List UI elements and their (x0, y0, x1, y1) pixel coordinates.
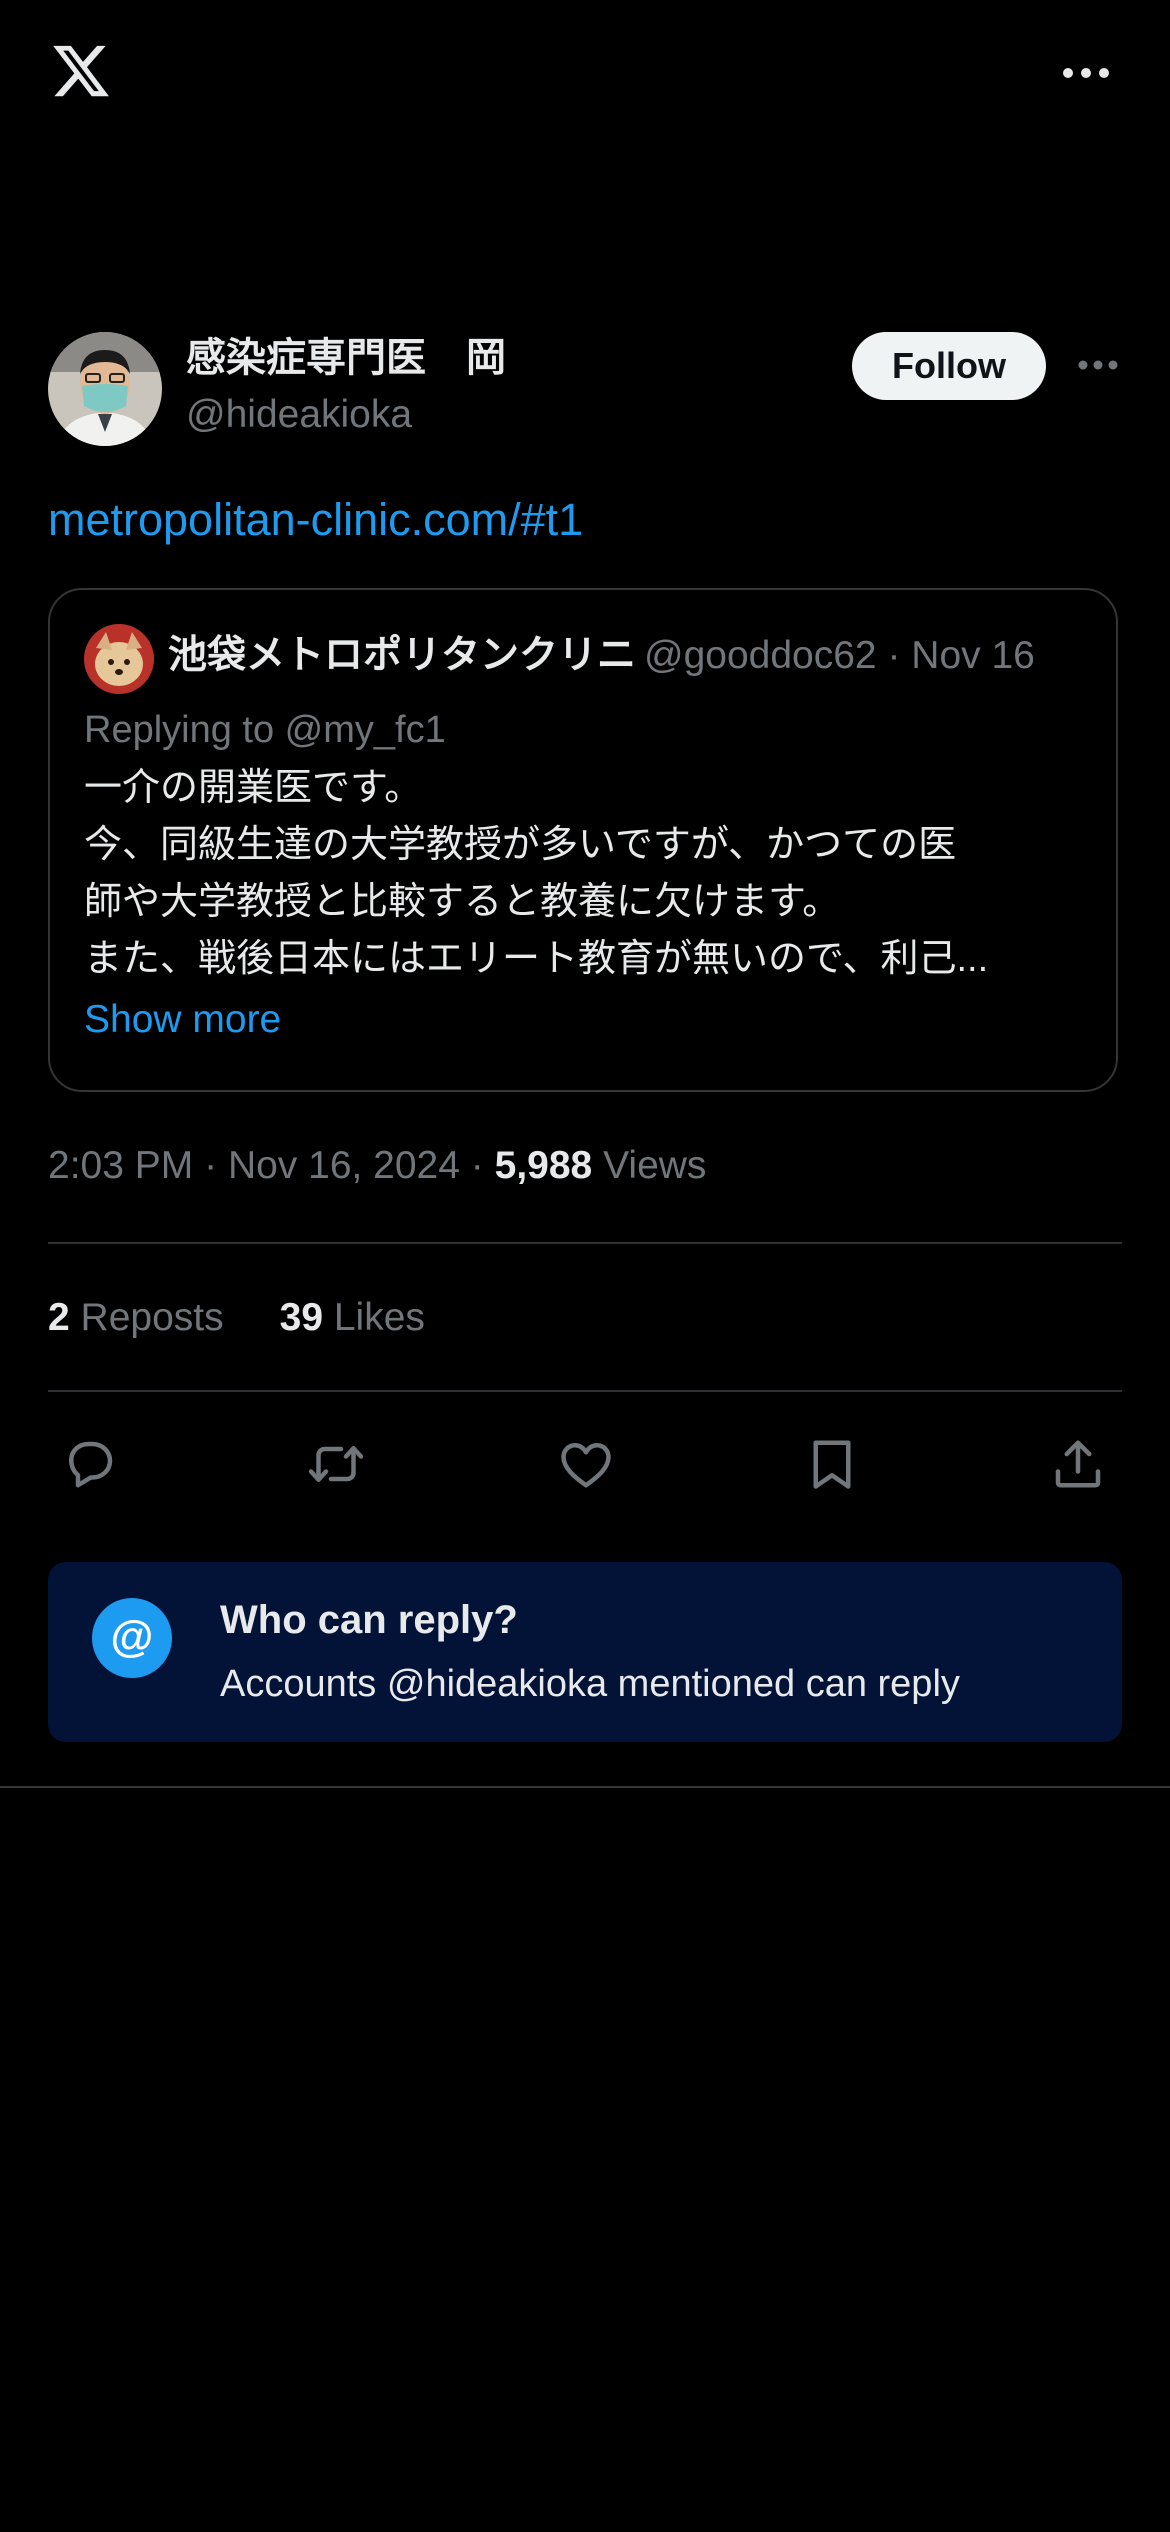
quote-tweet-card[interactable]: 池袋メトロポリタンクリニ @gooddoc62 · Nov 16 Replying… (48, 588, 1118, 1092)
author-handle[interactable]: @hideakioka (186, 390, 412, 440)
quote-avatar-image (84, 624, 154, 694)
x-logo-icon[interactable] (48, 40, 114, 102)
divider (0, 1786, 1170, 1788)
repost-icon[interactable] (306, 1434, 366, 1494)
at-sign-icon: @ (92, 1598, 172, 1678)
meta-separator: · (470, 1144, 484, 1187)
quote-text-line: 師や大学教授と比較すると教養に欠けます。 (84, 881, 841, 923)
views-label: Views (603, 1144, 707, 1187)
reposts-count: 2 (48, 1296, 70, 1339)
quote-handle-date: @gooddoc62 · Nov 16 (644, 634, 1035, 677)
who-can-reply-description: Accounts @hideakioka mentioned can reply (220, 1663, 960, 1705)
likes-label: Likes (333, 1296, 425, 1339)
follow-button[interactable]: Follow (852, 332, 1046, 400)
likes-count: 39 (279, 1296, 324, 1339)
tweet-time[interactable]: 2:03 PM (48, 1144, 193, 1187)
more-horizontal-icon[interactable] (1078, 358, 1118, 372)
more-horizontal-icon[interactable] (1062, 64, 1110, 82)
quote-replying-to: Replying to @my_fc1 (84, 709, 446, 751)
tweet-link[interactable]: metropolitan-clinic.com/#t1 (48, 490, 583, 550)
share-icon[interactable] (1048, 1434, 1108, 1494)
quote-display-name[interactable]: 池袋メトロポリタンクリニ (168, 628, 636, 684)
show-more-link[interactable]: Show more (84, 992, 281, 1048)
avatar-image (48, 332, 162, 446)
reposts-label: Reposts (80, 1296, 224, 1339)
top-bar (0, 0, 1170, 150)
tweet-stats: 2 Reposts 39 Likes (48, 1290, 425, 1346)
bookmark-icon[interactable] (802, 1434, 862, 1494)
likes-stat[interactable]: 39 Likes (280, 1296, 425, 1339)
tweet-date[interactable]: Nov 16, 2024 (228, 1144, 460, 1187)
divider (48, 1390, 1122, 1392)
quote-text-line: また、戦後日本にはエリート教育が無いので、利己... (84, 938, 989, 980)
tweet-meta: 2:03 PM · Nov 16, 2024 · 5,988 Views (48, 1138, 706, 1194)
quote-avatar (84, 624, 154, 694)
author-row: 感染症専門医 岡 @hideakioka Follow (48, 332, 1122, 448)
who-can-reply-notice: @ Who can reply? Accounts @hideakioka me… (48, 1562, 1122, 1742)
avatar[interactable] (48, 332, 162, 446)
views-count: 5,988 (494, 1144, 593, 1187)
quote-header: 池袋メトロポリタンクリニ @gooddoc62 · Nov 16 (168, 628, 1088, 684)
author-display-name[interactable]: 感染症専門医 岡 (186, 332, 506, 384)
quote-text: 一介の開業医です。 今、同級生達の大学教授が多いですが、かつての医 師や大学教授… (84, 760, 1084, 988)
divider (48, 1242, 1122, 1244)
reply-icon[interactable] (60, 1434, 120, 1494)
quote-text-line: 今、同級生達の大学教授が多いですが、かつての医 (84, 824, 957, 866)
heart-icon[interactable] (556, 1434, 616, 1494)
meta-separator: · (204, 1144, 218, 1187)
reposts-stat[interactable]: 2 Reposts (48, 1296, 224, 1339)
who-can-reply-title: Who can reply? (220, 1598, 518, 1642)
quote-text-line: 一介の開業医です。 (84, 767, 423, 809)
